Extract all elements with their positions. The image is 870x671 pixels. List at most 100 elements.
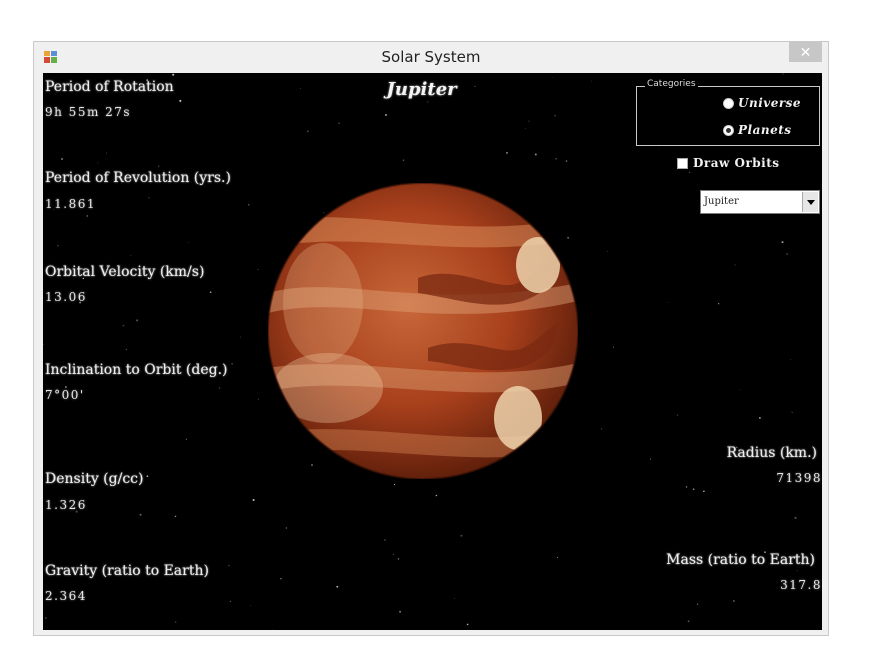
star [139,513,142,516]
close-icon: ✕ [799,44,812,60]
star [179,99,182,102]
title-bar[interactable]: Solar System ✕ [34,42,828,72]
inclination-label: Inclination to Orbit (deg.) [45,362,228,378]
close-button[interactable]: ✕ [789,42,822,62]
draw-orbits-label: Draw Orbits [693,156,780,170]
star [739,389,740,390]
star [685,486,688,488]
star [703,490,705,493]
star [600,428,603,430]
star [435,494,438,497]
star [552,76,554,78]
star [172,73,175,76]
star [667,302,669,303]
star [257,398,259,400]
star [506,152,508,154]
star [43,343,44,346]
revolution-label: Period of Revolution (yrs.) [45,170,231,186]
star [61,158,63,160]
star [687,620,690,623]
star [402,159,405,161]
mass-label: Mass (ratio to Earth) [666,552,815,568]
star [86,215,88,217]
star [252,499,255,501]
gravity-value: 2.364 [45,589,87,603]
radio-universe-dot[interactable] [723,97,734,109]
inclination-value: 7°00' [45,388,85,402]
gravity-label: Gravity (ratio to Earth) [45,563,209,579]
radio-universe[interactable]: Universe [723,96,801,110]
star [146,475,149,477]
star [384,539,386,541]
radio-planets-dot[interactable] [723,124,734,136]
planet-select-value: Jupiter [704,196,739,207]
star [285,527,288,529]
revolution-value: 11.861 [45,197,96,211]
star [607,250,609,252]
star [257,268,259,270]
star [528,120,530,122]
star [613,346,615,348]
star [790,359,791,360]
star [782,73,784,75]
star [174,515,177,518]
categories-legend: Categories [645,79,698,89]
star [158,165,160,167]
star [399,610,402,613]
star [689,171,691,173]
star [658,148,660,150]
star [57,244,59,247]
star [676,414,679,416]
star [218,387,221,389]
radius-label: Radius (km.) [726,445,817,461]
planet-select[interactable]: Jupiter [700,190,820,214]
star [280,577,282,580]
star [734,264,736,266]
chevron-down-icon[interactable] [802,192,818,212]
star [338,122,340,125]
star [306,130,309,133]
star [45,617,47,619]
velocity-label: Orbital Velocity (km/s) [45,264,205,280]
star [525,128,527,129]
star [794,516,797,519]
radio-planets-label: Planets [738,123,792,137]
radio-planets[interactable]: Planets [723,123,792,137]
draw-orbits-box[interactable] [677,157,688,169]
star [781,241,784,244]
starfield-canvas: Jupiter Period of Rotation 9h 55m 27s Pe… [43,73,822,630]
star [125,348,128,351]
star [791,411,793,413]
star [209,291,212,294]
star [534,153,537,156]
star [272,628,273,630]
star [97,162,99,164]
star [250,605,252,607]
star [555,157,558,160]
draw-orbits-checkbox[interactable]: Draw Orbits [677,156,780,170]
star [427,101,429,103]
star [454,597,455,599]
star [733,600,735,602]
star [554,115,556,117]
star [696,603,699,605]
star [565,160,568,162]
star [786,253,788,255]
star [336,585,339,588]
window-title: Solar System [381,48,481,66]
rotation-label: Period of Rotation [45,79,174,95]
mass-value: 317.8 [780,578,822,592]
star [122,324,125,327]
solar-system-window: Solar System ✕ Jupiter Period of Rotatio… [33,41,829,636]
star [392,553,395,555]
density-value: 1.326 [45,498,87,512]
star [247,203,250,206]
star [758,416,761,419]
star [229,600,231,602]
radius-value: 71398 [776,471,822,485]
star [175,621,177,623]
star [228,564,230,567]
star [394,483,396,486]
star [148,197,150,199]
star [106,152,108,154]
